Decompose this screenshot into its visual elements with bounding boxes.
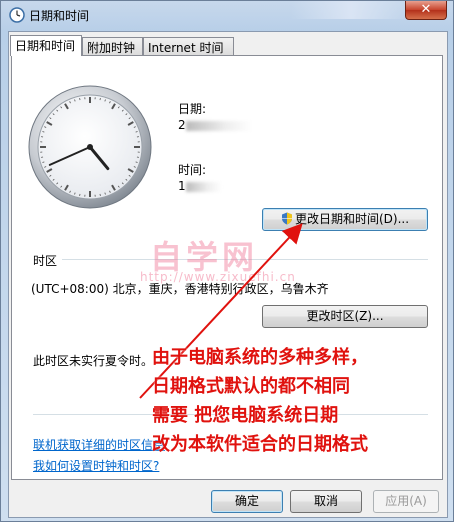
cancel-button[interactable]: 取消 (290, 490, 362, 513)
date-value: 2 (178, 118, 186, 132)
time-value: 1 (178, 179, 186, 193)
watermark-url: http://www.zixuefhi.cn (140, 270, 296, 284)
annotation-line-4: 改为本软件适合的日期格式 (152, 434, 368, 455)
close-icon: ✕ (420, 2, 432, 17)
ok-button[interactable]: 确定 (211, 490, 283, 513)
date-value-blur (186, 121, 252, 131)
tab-date-time[interactable]: 日期和时间 (10, 35, 82, 56)
annotation-line-1: 由于电脑系统的多种多样， (152, 347, 368, 368)
background-window-blur (291, 1, 411, 19)
change-date-time-label: 更改日期和时间(D)... (294, 212, 410, 226)
close-button[interactable]: ✕ (405, 1, 447, 20)
tab-additional-clocks[interactable]: 附加时钟 (82, 37, 143, 55)
title-bar[interactable]: 日期和时间 ✕ (1, 1, 453, 29)
dst-note: 此时区未实行夏令时。 (33, 354, 154, 368)
annotation-line-2: 日期格式默认的都不相同 (152, 376, 350, 397)
time-value-blur (186, 182, 222, 192)
annotation-line-3: 需要 把您电脑系统日期 (152, 405, 339, 426)
analog-clock (28, 85, 152, 209)
apply-button[interactable]: 应用(A) (373, 490, 439, 513)
online-timezone-info-link[interactable]: 联机获取详细的时区信息 (33, 436, 165, 453)
timezone-section-label: 时区 (33, 254, 58, 268)
how-to-set-clock-link[interactable]: 我如何设置时钟和时区? (33, 457, 159, 474)
date-label: 日期: (178, 102, 207, 116)
clock-icon (9, 7, 25, 23)
tab-internet-time[interactable]: Internet 时间 (143, 37, 234, 55)
time-label: 时间: (178, 163, 207, 177)
window-title: 日期和时间 (29, 9, 90, 23)
annotation-text: 由于电脑系统的多种多样， 日期格式默认的都不相同 需要 把您电脑系统日期 改为本… (152, 343, 368, 459)
change-timezone-button[interactable]: 更改时区(Z)... (262, 305, 428, 328)
uac-shield-icon (281, 212, 292, 225)
change-date-time-button[interactable]: 更改日期和时间(D)... (262, 208, 428, 231)
